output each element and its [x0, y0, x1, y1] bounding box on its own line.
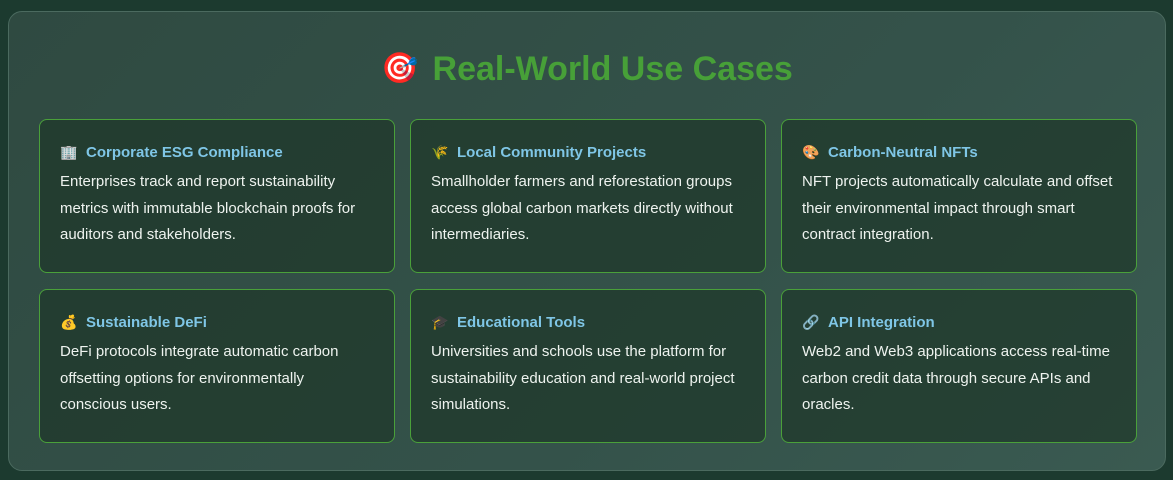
target-icon: 🎯: [381, 52, 419, 85]
card-description: Enterprises track and report sustainabil…: [60, 173, 356, 243]
card-description: NFT projects automatically calculate and…: [802, 173, 1113, 243]
card-title: Sustainable DeFi: [86, 313, 207, 331]
use-case-grid: 🏢 Corporate ESG Compliance Enterprises tr…: [39, 119, 1137, 443]
office-building-icon: 🏢: [60, 143, 78, 160]
section-title-text: Real-World Use Cases: [432, 50, 793, 88]
sheaf-of-rice-icon: 🌾: [431, 143, 449, 160]
artist-palette-icon: 🎨: [802, 143, 820, 160]
use-cases-panel: 🎯 Real-World Use Cases 🏢 Corporate ESG Com…: [8, 11, 1166, 471]
card-description: Smallholder farmers and reforestation gr…: [431, 173, 733, 243]
card-title: Educational Tools: [457, 313, 586, 331]
card-title: Corporate ESG Compliance: [86, 143, 283, 161]
card-title: Local Community Projects: [457, 143, 647, 161]
use-case-card-api-integration: 🔗 API Integration Web2 and Web3 applicati…: [781, 289, 1137, 443]
use-case-card-local-community: 🌾 Local Community Projects Smallholder fa…: [410, 119, 766, 273]
card-description: Web2 and Web3 applications access real-t…: [802, 343, 1110, 413]
use-case-card-sustainable-defi: 💰 Sustainable DeFi DeFi protocols integra…: [39, 289, 395, 443]
card-title: API Integration: [828, 313, 935, 331]
money-bag-icon: 💰: [60, 313, 78, 330]
card-description: Universities and schools use the platfor…: [431, 343, 735, 413]
card-description: DeFi protocols integrate automatic carbo…: [60, 343, 339, 413]
card-title: Carbon-Neutral NFTs: [828, 143, 978, 161]
section-title: 🎯 Real-World Use Cases: [9, 50, 1165, 89]
use-case-card-carbon-neutral-nfts: 🎨 Carbon-Neutral NFTs NFT projects automa…: [781, 119, 1137, 273]
use-case-card-corporate-esg: 🏢 Corporate ESG Compliance Enterprises tr…: [39, 119, 395, 273]
link-icon: 🔗: [802, 313, 820, 330]
use-case-card-educational-tools: 🎓 Educational Tools Universities and scho…: [410, 289, 766, 443]
graduation-cap-icon: 🎓: [431, 313, 449, 330]
